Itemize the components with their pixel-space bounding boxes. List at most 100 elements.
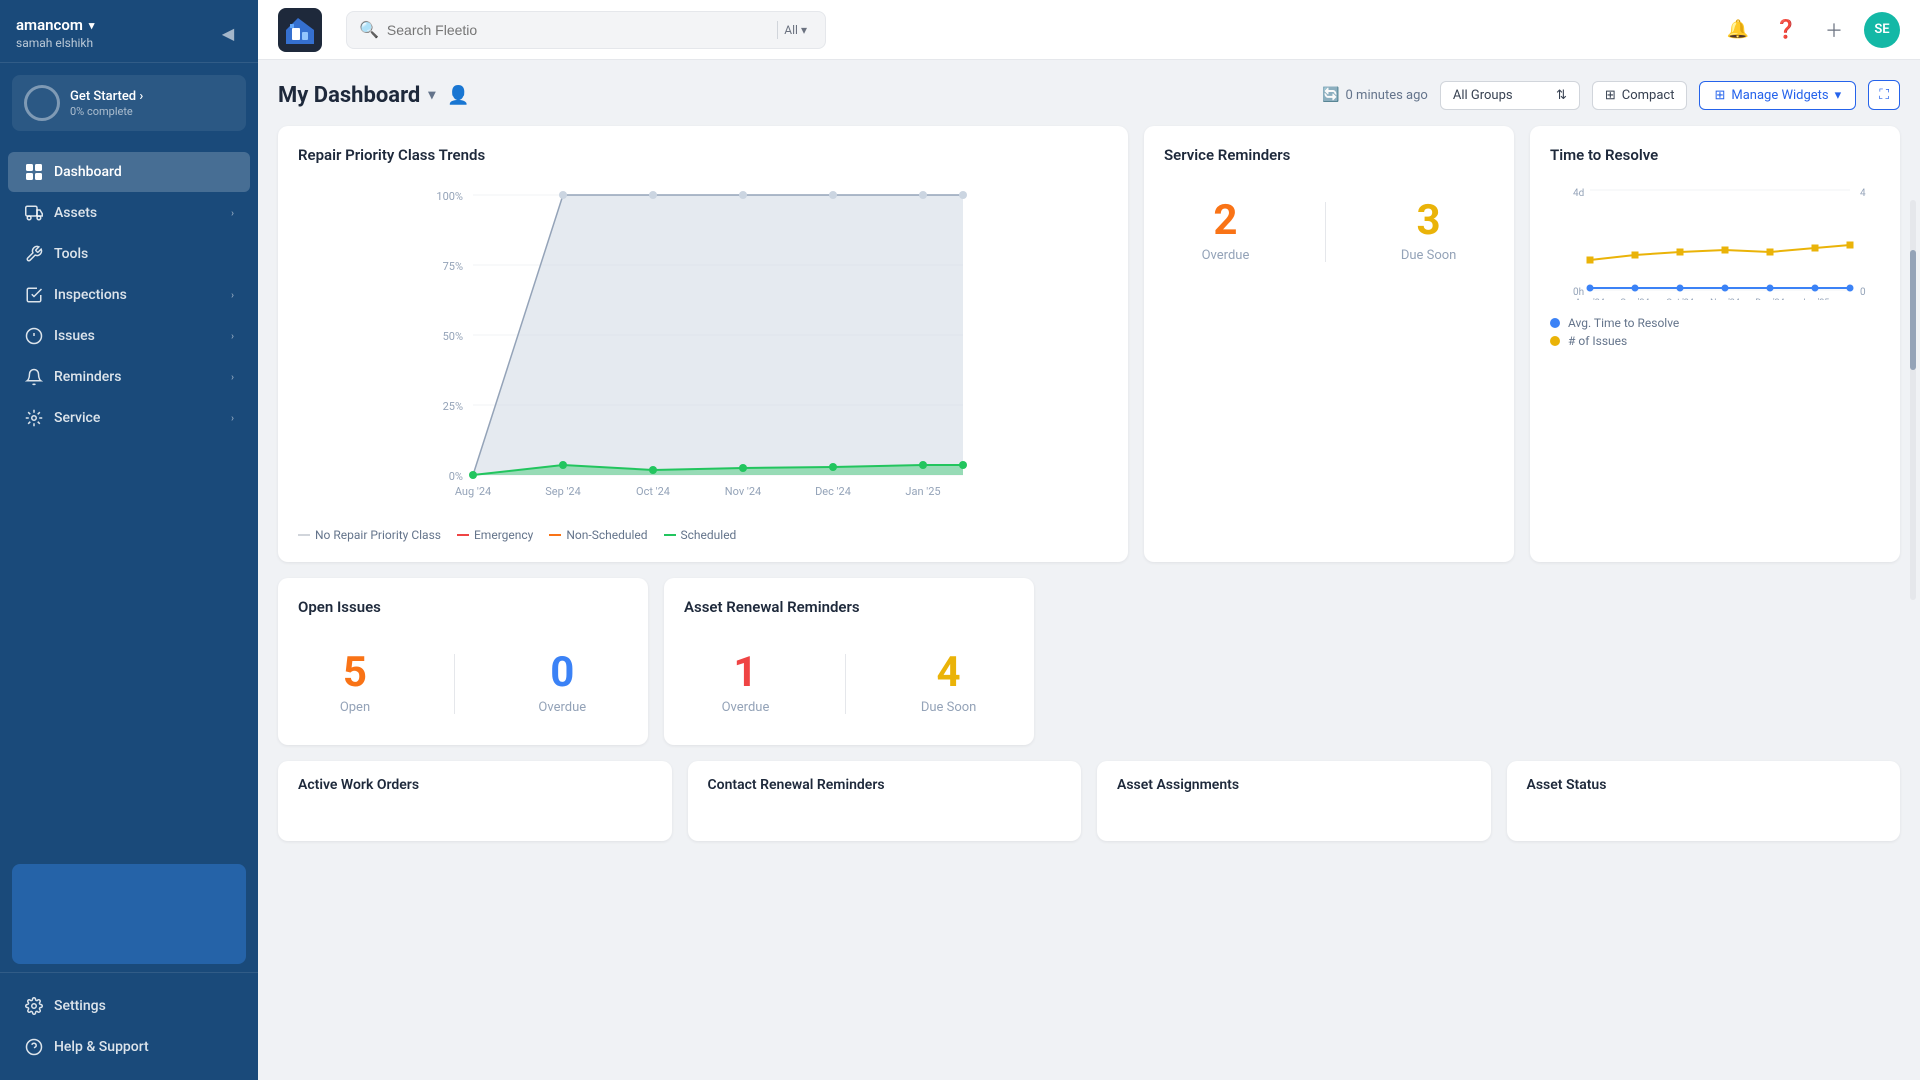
sidebar-item-label: Settings xyxy=(54,998,106,1014)
groups-select[interactable]: All Groups ⇅ xyxy=(1440,81,1580,110)
add-button[interactable]: ＋ xyxy=(1816,12,1852,48)
svg-text:0: 0 xyxy=(1860,287,1866,298)
sidebar-promo-box xyxy=(12,864,246,964)
dashboard-title[interactable]: My Dashboard ▾ xyxy=(278,83,435,108)
get-started-label: Get Started › xyxy=(70,89,143,104)
logo xyxy=(278,8,322,52)
legend-scheduled: Scheduled xyxy=(664,528,737,542)
company-info: amancom ▾ samah elshikh xyxy=(16,16,94,50)
inspections-arrow-icon: › xyxy=(231,290,234,301)
asset-renewal-title: Asset Renewal Reminders xyxy=(684,598,1014,616)
overdue-stat: 2 Overdue xyxy=(1202,200,1250,263)
get-started-section[interactable]: Get Started › 0% complete xyxy=(12,75,246,131)
search-input[interactable] xyxy=(387,22,765,38)
manage-widgets-icon: ⊞ xyxy=(1714,88,1725,103)
renewal-due-soon-label: Due Soon xyxy=(921,700,977,715)
legend-no-class: No Repair Priority Class xyxy=(298,528,441,542)
due-soon-count: 3 xyxy=(1401,200,1457,242)
dashboard-header: My Dashboard ▾ 👤 🔄 0 minutes ago All Gro… xyxy=(278,80,1900,110)
page-scrollbar[interactable] xyxy=(1910,200,1916,600)
avg-time-legend-icon xyxy=(1550,318,1560,328)
service-reminders-stats: 2 Overdue 3 Due Soon xyxy=(1164,180,1494,273)
open-issues-stats: 5 Open 0 Overdue xyxy=(298,632,628,725)
repair-trends-svg: 100% 75% 50% 25% 0% xyxy=(298,180,1108,520)
repair-trends-chart: 100% 75% 50% 25% 0% xyxy=(298,180,1108,542)
asset-assignments-widget: Asset Assignments xyxy=(1097,761,1491,841)
active-work-orders-title: Active Work Orders xyxy=(298,777,652,793)
svg-text:Dec '24: Dec '24 xyxy=(1755,298,1784,300)
svg-text:4d: 4d xyxy=(1573,188,1584,199)
company-name[interactable]: amancom ▾ xyxy=(16,16,94,34)
legend-emergency-icon xyxy=(457,534,469,536)
issues-legend-icon xyxy=(1550,336,1560,346)
issues-overdue-count: 0 xyxy=(538,652,586,694)
repair-trends-title: Repair Priority Class Trends xyxy=(298,146,1108,164)
svg-text:Dec '24: Dec '24 xyxy=(815,485,851,498)
manage-widgets-chevron-icon: ▾ xyxy=(1835,88,1842,103)
progress-label: 0% complete xyxy=(70,105,143,118)
spacer-area xyxy=(1050,578,1900,745)
legend-scheduled-icon xyxy=(664,534,676,536)
sidebar-item-reminders[interactable]: Reminders › xyxy=(8,357,250,397)
search-filter-dropdown[interactable]: All ▾ xyxy=(777,21,813,39)
compact-button[interactable]: ⊞ Compact xyxy=(1592,81,1688,110)
issues-icon xyxy=(24,326,44,346)
svg-text:Aug '24: Aug '24 xyxy=(455,485,491,498)
sidebar-nav: Dashboard Assets › Tools Inspections › xyxy=(0,143,258,856)
sidebar-item-label: Tools xyxy=(54,246,88,262)
svg-text:Oct '24: Oct '24 xyxy=(1666,298,1694,300)
sidebar-item-assets[interactable]: Assets › xyxy=(8,193,250,233)
main-content: 🔍 All ▾ 🔔 ❓ ＋ SE My Dashboard ▾ 👤 🔄 xyxy=(258,0,1920,1080)
overdue-count: 2 xyxy=(1202,200,1250,242)
sidebar-item-label: Inspections xyxy=(54,287,127,303)
sidebar-item-issues[interactable]: Issues › xyxy=(8,316,250,356)
sidebar-item-label: Assets xyxy=(54,205,97,221)
overdue-label: Overdue xyxy=(1202,248,1250,263)
manage-widgets-button[interactable]: ⊞ Manage Widgets ▾ xyxy=(1699,81,1856,110)
sidebar-item-dashboard[interactable]: Dashboard xyxy=(8,152,250,192)
notifications-button[interactable]: 🔔 xyxy=(1720,12,1756,48)
sidebar-footer: Settings Help & Support xyxy=(0,972,258,1080)
time-to-resolve-widget: Time to Resolve 4d 0h 4 0 xyxy=(1530,126,1900,562)
svg-text:Aug '24: Aug '24 xyxy=(1575,298,1605,300)
dashboard-title-chevron-icon: ▾ xyxy=(428,87,435,103)
search-filter-chevron-icon: ▾ xyxy=(801,23,807,37)
help-icon xyxy=(24,1037,44,1057)
sidebar-item-label: Service xyxy=(54,410,100,426)
sidebar: amancom ▾ samah elshikh ◀ Get Started › … xyxy=(0,0,258,1080)
svg-text:Sep '24: Sep '24 xyxy=(1620,298,1649,300)
svg-text:Jan '25: Jan '25 xyxy=(905,485,940,498)
sidebar-item-inspections[interactable]: Inspections › xyxy=(8,275,250,315)
svg-text:Nov '24: Nov '24 xyxy=(725,485,761,498)
help-button[interactable]: ❓ xyxy=(1768,12,1804,48)
svg-text:25%: 25% xyxy=(443,400,463,413)
service-arrow-icon: › xyxy=(231,413,234,424)
settings-icon xyxy=(24,996,44,1016)
ttr-legend-avg: Avg. Time to Resolve xyxy=(1550,316,1880,330)
sidebar-item-label: Help & Support xyxy=(54,1039,149,1055)
sidebar-item-service[interactable]: Service › xyxy=(8,398,250,438)
asset-assignments-title: Asset Assignments xyxy=(1117,777,1471,793)
asset-renewal-widget: Asset Renewal Reminders 1 Overdue 4 Due … xyxy=(664,578,1034,745)
issues-arrow-icon: › xyxy=(231,331,234,342)
contact-renewal-widget: Contact Renewal Reminders xyxy=(688,761,1082,841)
search-icon: 🔍 xyxy=(359,20,379,39)
svg-text:Oct '24: Oct '24 xyxy=(636,485,670,498)
sidebar-item-label: Dashboard xyxy=(54,164,122,180)
ttr-svg: 4d 0h 4 0 xyxy=(1550,180,1880,300)
svg-text:100%: 100% xyxy=(436,190,463,203)
tools-icon xyxy=(24,244,44,264)
sidebar-item-settings[interactable]: Settings xyxy=(8,986,250,1026)
sidebar-item-label: Issues xyxy=(54,328,95,344)
fullscreen-button[interactable]: ⛶ xyxy=(1868,80,1900,110)
sidebar-collapse-button[interactable]: ◀ xyxy=(214,19,242,47)
user-avatar[interactable]: SE xyxy=(1864,12,1900,48)
sidebar-item-tools[interactable]: Tools xyxy=(8,234,250,274)
asset-status-title: Asset Status xyxy=(1527,777,1881,793)
due-soon-label: Due Soon xyxy=(1401,248,1457,263)
dashboard-person-icon: 👤 xyxy=(447,85,469,106)
search-box[interactable]: 🔍 All ▾ xyxy=(346,11,826,49)
assets-icon xyxy=(24,203,44,223)
fleetio-logo-icon xyxy=(278,8,322,52)
sidebar-item-help[interactable]: Help & Support xyxy=(8,1027,250,1067)
